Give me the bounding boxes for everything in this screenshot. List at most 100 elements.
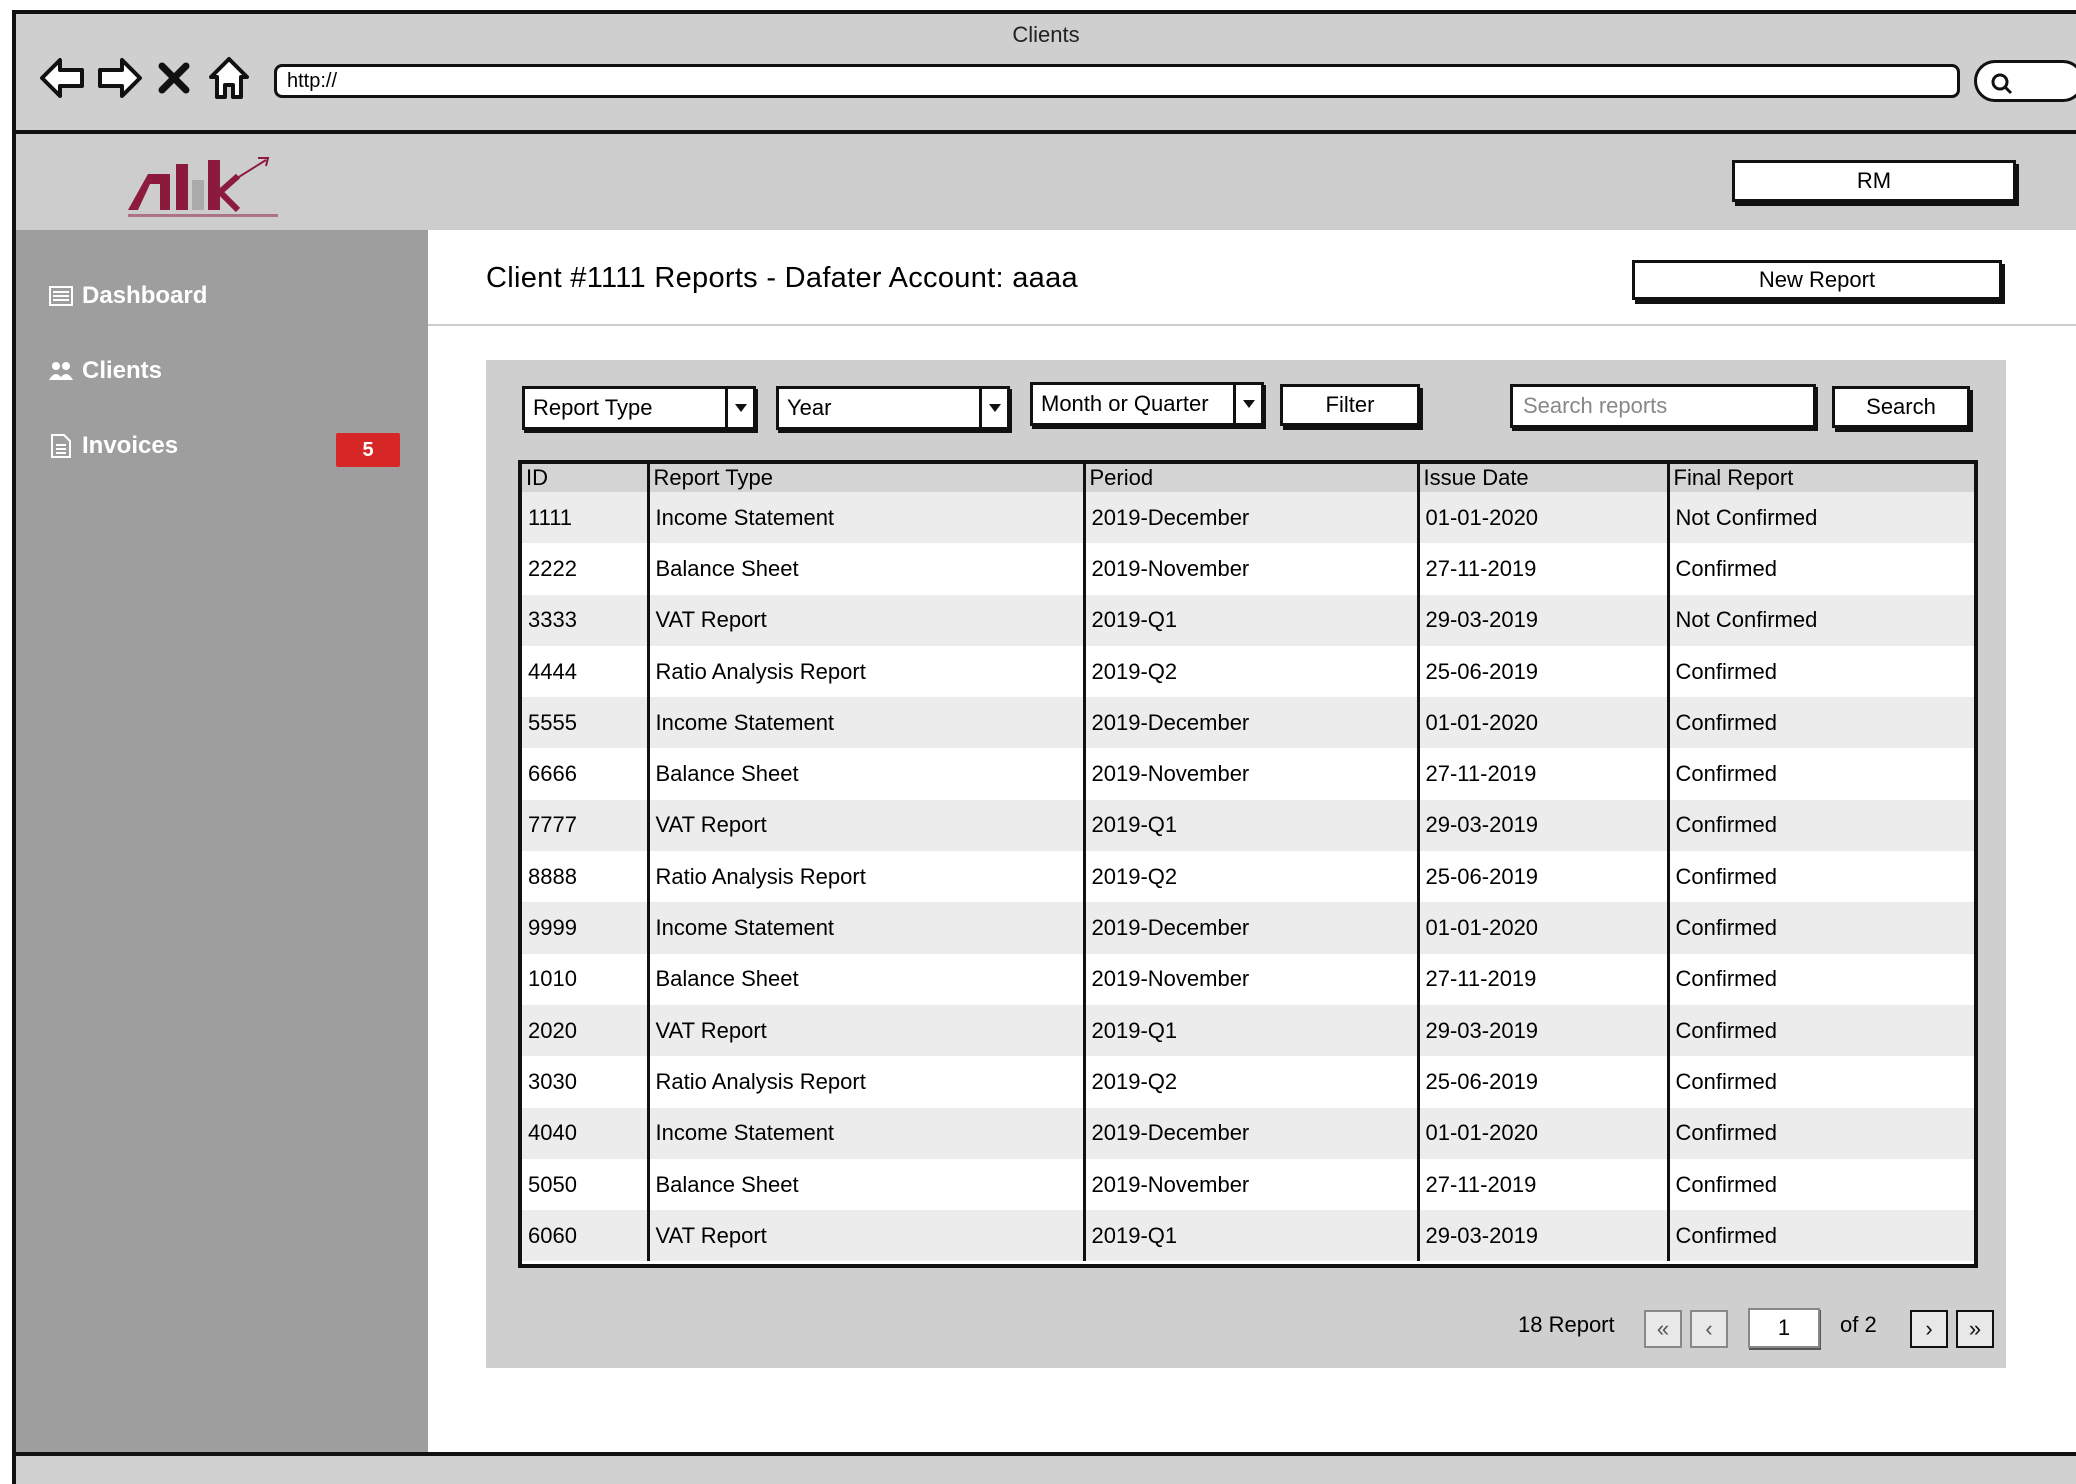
cell-final-report: Confirmed: [1668, 851, 1974, 903]
cell-id: 3030: [522, 1056, 650, 1108]
cell-final-report: Not Confirmed: [1668, 594, 1974, 646]
url-bar[interactable]: http://: [274, 64, 1960, 98]
year-value: Year: [787, 395, 832, 420]
cell-issue-date: 01-01-2020: [1418, 902, 1670, 954]
user-menu-button[interactable]: RM: [1732, 160, 2016, 202]
prev-page-button[interactable]: ‹: [1690, 1310, 1728, 1348]
table-body: 1111 Income Statement 2019-December 01-01-2…: [522, 492, 1974, 1262]
column-header-report-type[interactable]: Report Type: [648, 464, 1086, 492]
cell-final-report: Confirmed: [1668, 1210, 1974, 1262]
table-row[interactable]: 1010 Balance Sheet 2019-November 27-11-2019…: [522, 953, 1974, 1005]
column-header-period[interactable]: Period: [1084, 464, 1420, 492]
cell-id: 7777: [522, 799, 650, 852]
cell-id: 5555: [522, 697, 650, 749]
period-value: Month or Quarter: [1041, 391, 1209, 416]
search-button[interactable]: Search: [1832, 386, 1970, 428]
cell-period: 2019-November: [1084, 543, 1420, 595]
cell-issue-date: 01-01-2020: [1418, 1107, 1670, 1159]
browser-search[interactable]: [1974, 60, 2076, 102]
sidebar: Dashboard Clients Invoices 5: [16, 230, 428, 1462]
cell-final-report: Confirmed: [1668, 645, 1974, 698]
cell-final-report: Confirmed: [1668, 748, 1974, 800]
chevron-down-icon: [725, 389, 753, 427]
invoices-count-badge: 5: [336, 433, 400, 467]
cell-issue-date: 27-11-2019: [1418, 1158, 1670, 1211]
cell-period: 2019-Q1: [1084, 1210, 1420, 1262]
table-row[interactable]: 6060 VAT Report 2019-Q1 29-03-2019 Confirmed: [522, 1210, 1974, 1262]
table-row[interactable]: 5555 Income Statement 2019-December 01-01-2…: [522, 697, 1974, 749]
new-report-button[interactable]: New Report: [1632, 260, 2002, 300]
report-type-value: Report Type: [533, 395, 653, 420]
column-header-issue-date[interactable]: Issue Date: [1418, 464, 1670, 492]
table-row[interactable]: 3030 Ratio Analysis Report 2019-Q2 25-06-20…: [522, 1056, 1974, 1108]
reports-panel: Report Type Year Month or Quarter Filter…: [486, 360, 2006, 1368]
cell-id: 1111: [522, 492, 650, 544]
cell-issue-date: 29-03-2019: [1418, 1004, 1670, 1057]
cell-final-report: Confirmed: [1668, 1158, 1974, 1211]
cell-id: 6666: [522, 748, 650, 800]
year-select[interactable]: Year: [776, 386, 1010, 430]
cell-period: 2019-December: [1084, 492, 1420, 544]
cell-period: 2019-December: [1084, 1107, 1420, 1159]
chevron-down-icon: [979, 389, 1007, 427]
table-row[interactable]: 8888 Ratio Analysis Report 2019-Q2 25-06-20…: [522, 851, 1974, 903]
first-page-button[interactable]: «: [1644, 1310, 1682, 1348]
table-row[interactable]: 2222 Balance Sheet 2019-November 27-11-2019…: [522, 543, 1974, 595]
divider: [428, 324, 2076, 326]
cell-report-type: Income Statement: [648, 697, 1086, 749]
sidebar-item-invoices[interactable]: Invoices: [48, 432, 178, 460]
cell-final-report: Confirmed: [1668, 1107, 1974, 1159]
cell-issue-date: 25-06-2019: [1418, 1056, 1670, 1108]
column-header-id[interactable]: ID: [522, 464, 650, 492]
cell-issue-date: 25-06-2019: [1418, 851, 1670, 903]
close-icon[interactable]: [154, 50, 194, 106]
filter-button[interactable]: Filter: [1280, 384, 1420, 426]
cell-id: 1010: [522, 953, 650, 1005]
forward-icon[interactable]: [92, 50, 148, 106]
sidebar-item-dashboard[interactable]: Dashboard: [48, 282, 207, 310]
cell-id: 5050: [522, 1158, 650, 1211]
cell-issue-date: 27-11-2019: [1418, 748, 1670, 800]
period-select[interactable]: Month or Quarter: [1030, 382, 1264, 426]
sidebar-item-clients[interactable]: Clients: [48, 357, 162, 385]
table-row[interactable]: 4444 Ratio Analysis Report 2019-Q2 25-06-20…: [522, 645, 1974, 698]
chevron-down-icon: [1233, 385, 1261, 423]
table-row[interactable]: 5050 Balance Sheet 2019-November 27-11-2019…: [522, 1158, 1974, 1211]
results-count: 18 Report: [1518, 1312, 1615, 1337]
window-title: Clients: [1012, 22, 1080, 47]
table-row[interactable]: 1111 Income Statement 2019-December 01-01-2…: [522, 492, 1974, 544]
cell-final-report: Confirmed: [1668, 1004, 1974, 1057]
cell-issue-date: 27-11-2019: [1418, 543, 1670, 595]
page-number-input[interactable]: [1748, 1308, 1820, 1348]
table-row[interactable]: 6666 Balance Sheet 2019-November 27-11-2019…: [522, 748, 1974, 800]
cell-report-type: Ratio Analysis Report: [648, 851, 1086, 903]
cell-id: 4040: [522, 1107, 650, 1159]
cell-final-report: Confirmed: [1668, 902, 1974, 954]
cell-report-type: Ratio Analysis Report: [648, 645, 1086, 698]
cell-report-type: Income Statement: [648, 492, 1086, 544]
url-text: http://: [287, 69, 338, 92]
table-row[interactable]: 9999 Income Statement 2019-December 01-01-2…: [522, 902, 1974, 954]
home-icon[interactable]: [204, 50, 254, 106]
page-total-label: of 2: [1840, 1312, 1877, 1337]
cell-final-report: Not Confirmed: [1668, 492, 1974, 544]
table-row[interactable]: 3333 VAT Report 2019-Q1 29-03-2019 Not Confi…: [522, 594, 1974, 646]
next-page-button[interactable]: ›: [1910, 1310, 1948, 1348]
cell-issue-date: 25-06-2019: [1418, 645, 1670, 698]
table-row[interactable]: 2020 VAT Report 2019-Q1 29-03-2019 Confirmed: [522, 1004, 1974, 1057]
table-row[interactable]: 4040 Income Statement 2019-December 01-01-2…: [522, 1107, 1974, 1159]
cell-period: 2019-Q2: [1084, 1056, 1420, 1108]
last-page-button[interactable]: »: [1956, 1310, 1994, 1348]
cell-report-type: Balance Sheet: [648, 1158, 1086, 1211]
cell-report-type: Balance Sheet: [648, 748, 1086, 800]
table-row[interactable]: 7777 VAT Report 2019-Q1 29-03-2019 Confirmed: [522, 799, 1974, 852]
cell-period: 2019-Q2: [1084, 645, 1420, 698]
back-icon[interactable]: [34, 50, 90, 106]
column-header-final-report[interactable]: Final Report: [1668, 464, 1974, 492]
cell-report-type: Income Statement: [648, 902, 1086, 954]
cell-issue-date: 29-03-2019: [1418, 594, 1670, 646]
search-input[interactable]: [1510, 384, 1816, 428]
cell-period: 2019-Q2: [1084, 851, 1420, 903]
report-type-select[interactable]: Report Type: [522, 386, 756, 430]
cell-issue-date: 27-11-2019: [1418, 953, 1670, 1005]
